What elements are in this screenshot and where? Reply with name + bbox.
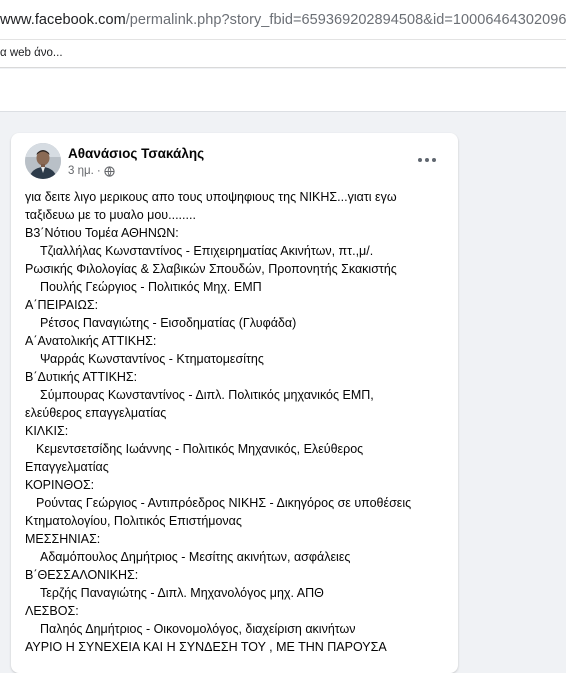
post-line: ΚΟΡΙΝΘΟΣ: [25, 478, 95, 492]
post-line: Α΄Ανατολικής ΑΤΤΙΚΗΣ: [25, 334, 157, 348]
post-line: ταξιδευω με το μυαλο μου........ [25, 208, 196, 222]
post-card: Αθανάσιος Τσακάλης 3 ημ. · για δειτε λιγ… [11, 133, 458, 673]
post-line: ΛΕΣΒΟΣ: [25, 604, 79, 618]
facebook-header-bar [0, 69, 566, 112]
post-line: Κτηματολογίου, Πολιτικός Επιστήμονας [25, 514, 242, 528]
post-line: ΑΥΡΙΟ Η ΣΥΝΕΧΕΙΑ ΚΑΙ Η ΣΥΝΔΕΣΗ ΤΟΥ , ΜΕ … [25, 640, 387, 654]
avatar[interactable] [25, 143, 61, 179]
post-line: ΜΕΣΣΗΝΙΑΣ: [25, 532, 101, 546]
bookmark-item[interactable]: α web άνο... [0, 47, 63, 59]
post-text: για δειτε λιγο μερικους απο τους υποψηφι… [25, 188, 450, 656]
post-meta: 3 ημ. · [68, 165, 115, 177]
post-line: Ρούντας Γεώργιος - Αντιπρόεδρος ΝΙΚΗΣ - … [36, 496, 412, 510]
post-time[interactable]: 3 ημ. [68, 165, 94, 177]
post-line: Ψαρράς Κωνσταντίνος - Κτηματομεσίτης [40, 352, 264, 366]
post-line: Α΄ΠΕΙΡΑΙΩΣ: [25, 298, 99, 312]
bookmarks-bar: α web άνο... [0, 40, 566, 68]
url-text[interactable]: www.facebook.com/permalink.php?story_fbi… [0, 12, 566, 28]
post-line: για δειτε λιγο μερικους απο τους υποψηφι… [25, 190, 397, 204]
url-host: www.facebook.com [0, 12, 126, 28]
address-bar[interactable]: www.facebook.com/permalink.php?story_fbi… [0, 0, 566, 40]
post-line: Τερζής Παναγιώτης - Διπλ. Μηχανολόγος μη… [40, 586, 324, 600]
more-options-icon[interactable] [412, 147, 442, 173]
post-line: Παληός Δημήτριος - Οικονομολόγος, διαχεί… [40, 622, 356, 636]
post-line: Σύμπουρας Κωνσταντίνος - Διπλ. Πολιτικός… [40, 388, 374, 402]
post-line: Ρέτσος Παναγιώτης - Εισοδηματίας (Γλυφάδ… [40, 316, 297, 330]
meta-separator: · [96, 165, 101, 177]
author-name[interactable]: Αθανάσιος Τσακάλης [68, 146, 204, 161]
post-line: Β΄Δυτικής ΑΤΤΙΚΗΣ: [25, 370, 138, 384]
post-line: Αδαμόπουλος Δημήτριος - Μεσίτης ακινήτων… [40, 550, 351, 564]
globe-icon [104, 165, 115, 177]
post-line: Ρωσικής Φιλολογίας & Σλαβικών Σπουδών, Π… [25, 262, 397, 276]
post-line: Επαγγελματίας [25, 460, 109, 474]
post-line: ελεύθερος επαγγελματίας [25, 406, 167, 420]
post-line: Β3΄Νότιου Τομέα ΑΘΗΝΩΝ: [25, 226, 179, 240]
url-path: /permalink.php?story_fbid=65936920289450… [125, 12, 566, 28]
post-line: Πουλής Γεώργιος - Πολιτικός Μηχ. ΕΜΠ [40, 280, 262, 294]
post-line: Β΄ΘΕΣΣΑΛΟΝΙΚΗΣ: [25, 568, 139, 582]
post-line: Κεμεντσετσίδης Ιωάννης - Πολιτικός Μηχαν… [36, 442, 364, 456]
post-line: Τζιαλλήλας Κωνσταντίνος - Επιχειρηματίας… [40, 244, 374, 258]
post-line: ΚΙΛΚΙΣ: [25, 424, 69, 438]
